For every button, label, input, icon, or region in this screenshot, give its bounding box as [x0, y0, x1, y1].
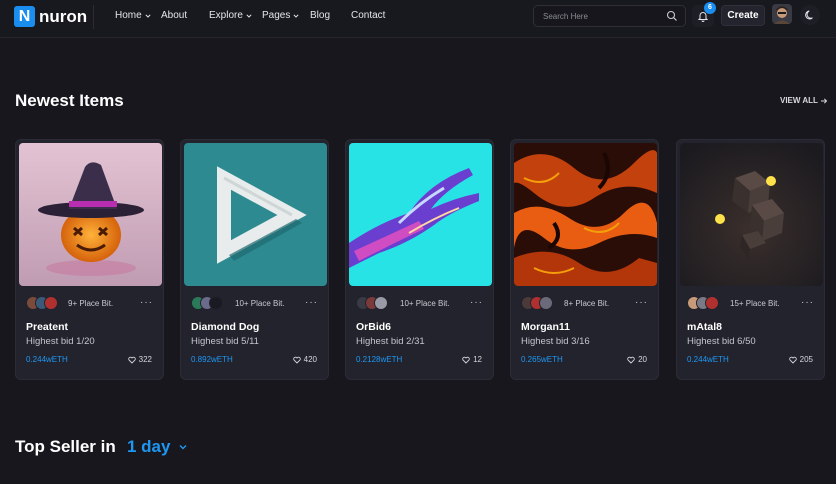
like-count: 20: [638, 355, 647, 364]
bidder-avatars: [687, 296, 719, 310]
item-name[interactable]: OrBid6: [356, 321, 391, 333]
like-count: 322: [138, 355, 152, 364]
period-select[interactable]: 1 day: [127, 437, 188, 457]
item-price: 0.244wETH: [26, 355, 68, 364]
item-card[interactable]: 8+ Place Bit. ··· Morgan11 Highest bid 3…: [510, 139, 659, 380]
search-input[interactable]: Search Here: [543, 12, 588, 21]
heart-icon: [462, 356, 470, 364]
like-button[interactable]: 420: [292, 355, 317, 364]
item-card[interactable]: 10+ Place Bit. ··· Diamond Dog Highest b…: [180, 139, 329, 380]
item-name[interactable]: Morgan11: [521, 321, 570, 333]
bid-count: 8+ Place Bit.: [564, 299, 610, 308]
like-button[interactable]: 322: [127, 355, 152, 364]
heart-icon: [292, 356, 301, 364]
avatar[interactable]: [539, 296, 553, 310]
nav-contact[interactable]: Contact: [351, 10, 385, 21]
like-count: 420: [303, 355, 317, 364]
item-image-pumpkin[interactable]: [19, 143, 162, 286]
item-card[interactable]: 10+ Place Bit. ··· OrBid6 Highest bid 2/…: [345, 139, 494, 380]
logo-text: nuron: [39, 6, 88, 26]
bidder-avatars: [521, 296, 553, 310]
nav-home[interactable]: Home: [115, 10, 151, 21]
theme-toggle-button[interactable]: [800, 5, 820, 25]
bidder-avatars: [26, 296, 58, 310]
item-image-triangle[interactable]: [184, 143, 327, 286]
highest-bid: Highest bid 6/50: [687, 336, 756, 347]
avatar-image: [772, 4, 792, 24]
nav-explore[interactable]: Explore: [209, 10, 252, 21]
header-divider: [93, 5, 94, 29]
like-button[interactable]: 12: [462, 355, 482, 364]
more-options-icon[interactable]: ···: [470, 297, 483, 308]
nav-pages-label: Pages: [262, 10, 291, 21]
logo[interactable]: N nuron: [14, 6, 87, 27]
item-price: 0.2128wETH: [356, 355, 403, 364]
bid-count: 15+ Place Bit.: [730, 299, 780, 308]
nav-blog-label: Blog: [310, 10, 331, 21]
item-card[interactable]: 15+ Place Bit. ··· mAtal8 Highest bid 6/…: [676, 139, 825, 380]
highest-bid: Highest bid 1/20: [26, 336, 95, 347]
user-avatar[interactable]: [772, 4, 792, 24]
arrow-right-icon: [820, 97, 828, 104]
chevron-down-icon: [179, 445, 187, 450]
like-count: 205: [799, 355, 813, 364]
chevron-down-icon: [293, 13, 299, 18]
avatar[interactable]: [44, 296, 58, 310]
create-button[interactable]: Create: [721, 5, 765, 26]
bid-count: 10+ Place Bit.: [235, 299, 285, 308]
nav-explore-label: Explore: [209, 10, 243, 21]
nav-about-label: About: [161, 10, 188, 21]
highest-bid: Highest bid 5/11: [191, 336, 259, 347]
more-options-icon[interactable]: ···: [635, 297, 648, 308]
bidder-avatars: [356, 296, 388, 310]
search-icon[interactable]: [666, 10, 678, 22]
item-name[interactable]: mAtal8: [687, 321, 722, 333]
item-image-fluid[interactable]: [514, 143, 657, 286]
search-box[interactable]: Search Here: [533, 5, 686, 27]
moon-icon: [805, 10, 813, 20]
item-price: 0.892wETH: [191, 355, 233, 364]
nav-about[interactable]: About: [161, 10, 187, 21]
period-value: 1 day: [127, 437, 171, 456]
view-all-label: VIEW ALL: [780, 96, 818, 105]
highest-bid: Highest bid 2/31: [356, 336, 425, 347]
like-count: 12: [473, 355, 482, 364]
like-button[interactable]: 205: [788, 355, 813, 364]
nav-pages[interactable]: Pages: [262, 10, 299, 21]
avatar[interactable]: [705, 296, 719, 310]
heart-icon: [788, 356, 797, 364]
heart-icon: [127, 356, 136, 364]
nav-home-label: Home: [115, 10, 142, 21]
item-image-cubes[interactable]: [680, 143, 823, 286]
site-header: N nuron Home About Explore Pages Blog Co…: [0, 0, 836, 38]
bid-count: 10+ Place Bit.: [400, 299, 450, 308]
bid-count: 9+ Place Bit.: [68, 299, 114, 308]
nav-contact-label: Contact: [351, 10, 386, 21]
view-all-link[interactable]: VIEW ALL: [780, 96, 828, 105]
chevron-down-icon: [145, 13, 151, 18]
like-button[interactable]: 20: [627, 355, 647, 364]
item-price: 0.265wETH: [521, 355, 563, 364]
highest-bid: Highest bid 3/16: [521, 336, 590, 347]
top-seller-title: Top Seller in: [15, 437, 116, 456]
more-options-icon[interactable]: ···: [305, 297, 318, 308]
item-name[interactable]: Diamond Dog: [191, 321, 259, 333]
more-options-icon[interactable]: ···: [140, 297, 153, 308]
item-price: 0.244wETH: [687, 355, 729, 364]
nav-blog[interactable]: Blog: [310, 10, 330, 21]
notification-badge: 6: [704, 2, 716, 14]
heart-icon: [627, 356, 635, 364]
item-card[interactable]: 9+ Place Bit. ··· Preatent Highest bid 1…: [15, 139, 164, 380]
item-image-hand[interactable]: [349, 143, 492, 286]
item-name[interactable]: Preatent: [26, 321, 68, 333]
bidder-avatars: [191, 296, 223, 310]
more-options-icon[interactable]: ···: [801, 297, 814, 308]
chevron-down-icon: [246, 13, 252, 18]
avatar[interactable]: [374, 296, 388, 310]
logo-mark: N: [14, 6, 35, 27]
newest-items-title: Newest Items: [15, 91, 124, 110]
avatar[interactable]: [209, 296, 223, 310]
